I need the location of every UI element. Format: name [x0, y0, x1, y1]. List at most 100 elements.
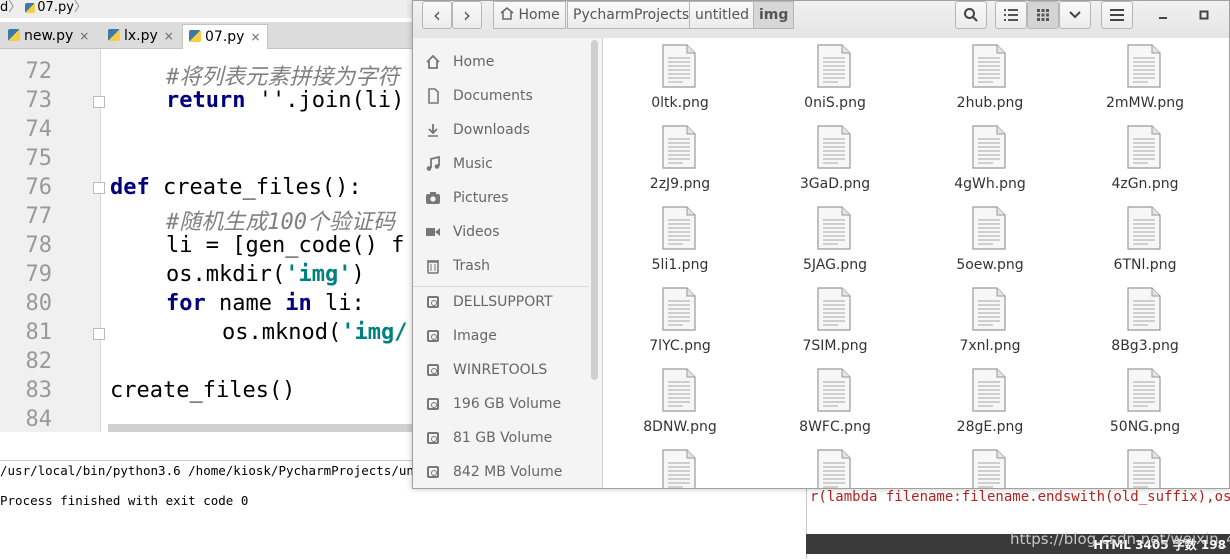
view-options-button[interactable] — [1059, 1, 1091, 29]
file-item[interactable]: 50NG.png — [1068, 362, 1222, 443]
path-crumb-untitled[interactable]: untitled — [689, 1, 756, 29]
document-file-icon — [1127, 449, 1161, 488]
grid-view-button[interactable] — [1027, 1, 1059, 29]
sidebar-item-videos[interactable]: Videos — [413, 215, 588, 249]
fold-marker-icon[interactable] — [93, 328, 105, 340]
file-item[interactable]: 7SIM.png — [758, 281, 912, 362]
sidebar-item-842mb-volume[interactable]: 842 MB Volume — [413, 455, 588, 489]
sidebar-item-documents[interactable]: Documents — [413, 79, 588, 113]
file-name: 4gWh.png — [954, 176, 1026, 192]
console-command: /usr/local/bin/python3.6 /home/kiosk/Pyc… — [0, 463, 460, 478]
close-icon[interactable]: × — [164, 29, 174, 43]
file-item[interactable]: 3GaD.png — [758, 119, 912, 200]
code-line-79[interactable]: os.mkdir('img') — [166, 262, 365, 287]
tab-label: lx.py — [124, 28, 158, 44]
search-button[interactable] — [955, 1, 987, 29]
sidebar-item-pictures[interactable]: Pictures — [413, 181, 588, 215]
file-item[interactable]: 5li1.png — [603, 200, 757, 281]
file-item[interactable]: 8WFC.png — [758, 362, 912, 443]
file-item[interactable]: 4gWh.png — [913, 119, 1067, 200]
line-number: 76 — [25, 175, 53, 200]
sidebar-scrollbar[interactable] — [591, 40, 598, 380]
file-item[interactable] — [758, 443, 912, 488]
search-icon — [964, 8, 978, 22]
file-item[interactable]: 0ltk.png — [603, 38, 757, 119]
editor-tabbar: new.py × lx.py × 07.py × — [0, 22, 420, 49]
menu-button[interactable] — [1101, 1, 1133, 29]
sidebar-item-winretools[interactable]: WINRETOOLS — [413, 353, 588, 387]
code-keyword: return — [166, 88, 246, 113]
code-string: 'img/ — [341, 320, 408, 345]
file-item[interactable]: 7lYC.png — [603, 281, 757, 362]
code-line-76[interactable]: def create_files(): — [110, 175, 362, 200]
file-item[interactable]: 0niS.png — [758, 38, 912, 119]
document-file-icon — [662, 449, 696, 488]
code-line-81[interactable]: os.mknod('img/ — [222, 320, 407, 345]
file-item[interactable]: 6TNl.png — [1068, 200, 1222, 281]
line-number: 84 — [25, 407, 53, 432]
close-icon[interactable]: × — [79, 29, 89, 43]
tab-07-py[interactable]: 07.py × — [182, 24, 268, 49]
forward-button[interactable]: › — [452, 1, 482, 29]
code-line-80[interactable]: for name in li: — [166, 291, 365, 316]
file-item[interactable]: 7xnl.png — [913, 281, 1067, 362]
breadcrumb-separator: 〉 — [8, 0, 22, 15]
breadcrumb-separator: 〉 — [73, 0, 87, 15]
file-item[interactable] — [913, 443, 1067, 488]
file-name: 4zGn.png — [1111, 176, 1179, 192]
code-line-77[interactable]: #随机生成100个验证码 — [166, 204, 395, 236]
line-number: 81 — [25, 320, 53, 345]
code-text: ''.join(li) — [245, 88, 405, 113]
sidebar-item-music[interactable]: Music — [413, 147, 588, 181]
drive-icon — [427, 364, 439, 376]
sidebar-item-196gb-volume[interactable]: 196 GB Volume — [413, 387, 588, 421]
path-crumb-home[interactable]: Home — [493, 1, 566, 29]
editor-breadcrumb: d〉 07.py〉 — [0, 0, 420, 18]
tab-new-py[interactable]: new.py × — [8, 24, 89, 48]
back-button[interactable]: ‹ — [422, 1, 452, 29]
file-item[interactable]: 8Bg3.png — [1068, 281, 1222, 362]
file-item[interactable]: 2mMW.png — [1068, 38, 1222, 119]
file-item[interactable]: 2hub.png — [913, 38, 1067, 119]
path-crumb-pycharmprojects[interactable]: PycharmProjects — [567, 1, 696, 29]
sidebar-item-downloads[interactable]: Downloads — [413, 113, 588, 147]
sidebar-item-trash[interactable]: Trash — [413, 249, 588, 283]
editor-horizontal-scrollbar[interactable] — [108, 424, 420, 432]
sidebar-item-label: 196 GB Volume — [453, 396, 562, 412]
file-item[interactable]: 2zJ9.png — [603, 119, 757, 200]
sidebar-item-image[interactable]: Image — [413, 319, 588, 353]
code-line-73[interactable]: return ''.join(li) — [166, 88, 404, 113]
file-item[interactable]: 5oew.png — [913, 200, 1067, 281]
fold-marker-icon[interactable] — [93, 96, 105, 108]
code-line-78[interactable]: li = [gen_code() f — [166, 233, 404, 258]
file-item[interactable] — [603, 443, 757, 488]
sidebar-item-home[interactable]: Home — [413, 45, 588, 79]
file-item[interactable]: 28gE.png — [913, 362, 1067, 443]
code-line-72[interactable]: #将列表元素拼接为字符 — [166, 59, 399, 91]
path-crumb-label: Home — [518, 7, 560, 23]
file-item[interactable]: 4zGn.png — [1068, 119, 1222, 200]
sidebar-item-dellsupport[interactable]: DELLSUPPORT — [413, 285, 588, 319]
file-name: 3GaD.png — [799, 176, 871, 192]
path-crumb-img[interactable]: img — [753, 1, 795, 29]
sidebar-item-label: 81 GB Volume — [453, 430, 553, 446]
sidebar-item-81gb-volume[interactable]: 81 GB Volume — [413, 421, 588, 455]
list-view-button[interactable] — [995, 1, 1027, 29]
close-icon[interactable]: × — [250, 30, 260, 44]
minimize-button[interactable] — [1152, 5, 1174, 27]
maximize-button[interactable] — [1193, 5, 1215, 27]
file-item[interactable]: 5JAG.png — [758, 200, 912, 281]
document-file-icon — [662, 287, 696, 331]
file-item[interactable] — [1068, 443, 1222, 488]
file-name: 7xnl.png — [959, 338, 1021, 354]
line-number: 74 — [25, 117, 53, 142]
code-text: os.mkdir( — [166, 262, 286, 287]
fold-marker-icon[interactable] — [93, 182, 105, 194]
tab-lx-py[interactable]: lx.py × — [108, 24, 174, 48]
maximize-icon — [1199, 10, 1209, 20]
path-crumb-label: untitled — [695, 7, 750, 23]
python-file-icon — [189, 30, 201, 42]
code-line-83[interactable]: create_files() — [110, 378, 295, 403]
breadcrumb-file[interactable]: 07.py — [37, 0, 74, 15]
file-item[interactable]: 8DNW.png — [603, 362, 757, 443]
